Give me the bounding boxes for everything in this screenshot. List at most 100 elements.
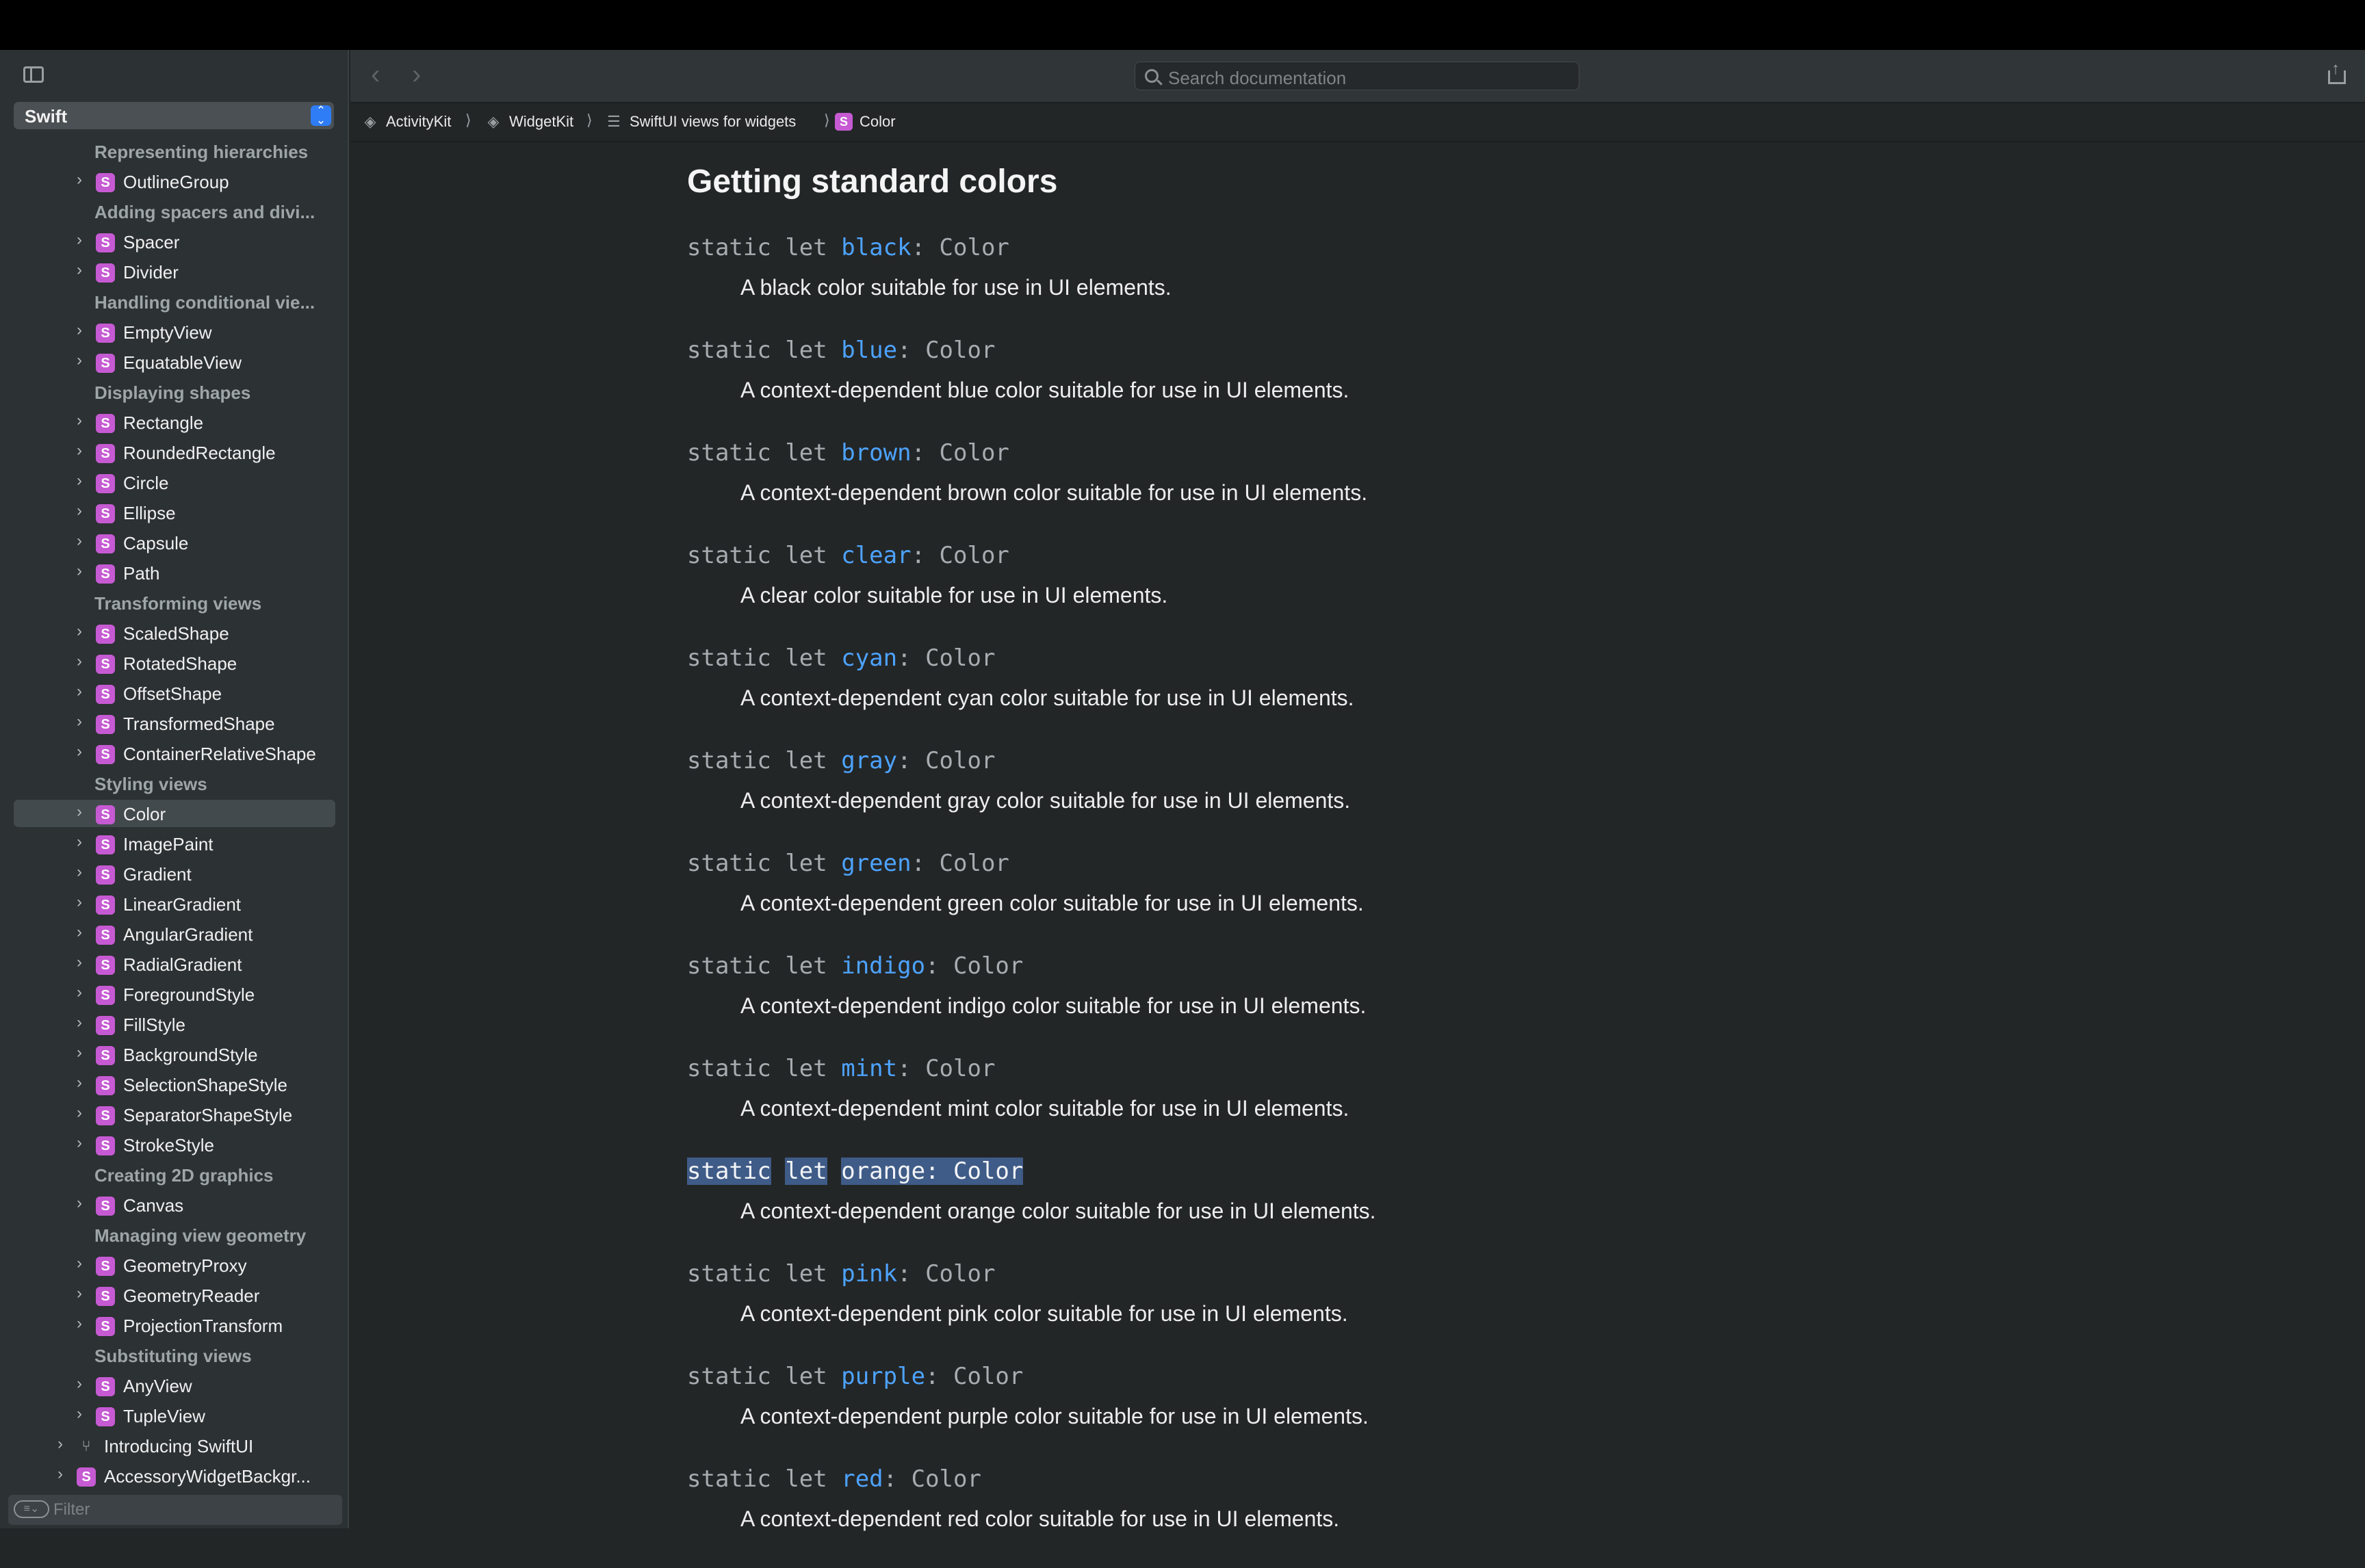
disclosure-chevron-icon[interactable]: ›	[77, 321, 82, 340]
share-icon[interactable]: ↑	[2328, 60, 2346, 84]
property-declaration[interactable]: static let blue: Color	[687, 337, 995, 364]
disclosure-chevron-icon[interactable]: ›	[77, 622, 82, 641]
sidebar-item-geometryreader[interactable]: › S GeometryReader	[0, 1280, 349, 1310]
disclosure-chevron-icon[interactable]: ›	[77, 1103, 82, 1123]
disclosure-chevron-icon[interactable]: ›	[77, 441, 82, 460]
property-declaration[interactable]: static let green: Color	[687, 850, 1009, 877]
chevron-left-icon[interactable]: ‹	[371, 60, 380, 90]
disclosure-chevron-icon[interactable]: ›	[77, 863, 82, 882]
property-declaration[interactable]: static let cyan: Color	[687, 644, 995, 672]
sidebar-item-ellipse[interactable]: › S Ellipse	[0, 497, 349, 527]
property-declaration[interactable]: static let gray: Color	[687, 747, 995, 774]
sidebar-item-backgroundstyle[interactable]: › S BackgroundStyle	[0, 1039, 349, 1069]
sidebar-item-separatorshapestyle[interactable]: › S SeparatorShapeStyle	[0, 1099, 349, 1129]
sidebar-item-anyview[interactable]: › S AnyView	[0, 1370, 349, 1400]
disclosure-chevron-icon[interactable]: ›	[77, 682, 82, 701]
property-declaration[interactable]: static let purple: Color	[687, 1363, 1023, 1390]
sidebar-item-angulargradient[interactable]: › S AngularGradient	[0, 919, 349, 949]
property-name-link[interactable]: blue	[841, 337, 897, 364]
disclosure-chevron-icon[interactable]: ›	[77, 1043, 82, 1062]
sidebar-item-roundedrectangle[interactable]: › S RoundedRectangle	[0, 437, 349, 467]
disclosure-chevron-icon[interactable]: ›	[77, 261, 82, 280]
property-name-link[interactable]: cyan	[841, 644, 897, 672]
disclosure-chevron-icon[interactable]: ›	[77, 923, 82, 942]
sidebar-item-outlinegroup[interactable]: › S OutlineGroup	[0, 166, 349, 196]
chevron-right-icon[interactable]: ›	[412, 60, 421, 90]
property-declaration[interactable]: static let black: Color	[687, 234, 1009, 261]
property-name-link[interactable]: purple	[841, 1363, 925, 1390]
disclosure-chevron-icon[interactable]: ›	[77, 1284, 82, 1303]
property-name-link[interactable]: gray	[841, 747, 897, 774]
disclosure-chevron-icon[interactable]: ›	[77, 411, 82, 430]
sidebar-item-radialgradient[interactable]: › S RadialGradient	[0, 949, 349, 979]
disclosure-chevron-icon[interactable]: ›	[77, 983, 82, 1002]
sidebar-item-introducing-swiftui[interactable]: › ⑂ Introducing SwiftUI	[0, 1430, 349, 1461]
sidebar-item-accessorywidgetbackgr[interactable]: › S AccessoryWidgetBackgr...	[0, 1461, 349, 1491]
sidebar-item-rectangle[interactable]: › S Rectangle	[0, 407, 349, 437]
disclosure-chevron-icon[interactable]: ›	[57, 1465, 63, 1484]
disclosure-chevron-icon[interactable]: ›	[77, 1254, 82, 1273]
disclosure-chevron-icon[interactable]: ›	[77, 1073, 82, 1093]
disclosure-chevron-icon[interactable]: ›	[77, 652, 82, 671]
disclosure-chevron-icon[interactable]: ›	[77, 1134, 82, 1153]
property-name-link[interactable]: orange	[841, 1158, 925, 1185]
property-name-link[interactable]: black	[841, 234, 911, 261]
disclosure-chevron-icon[interactable]: ›	[77, 501, 82, 521]
sidebar-item-projectiontransform[interactable]: › S ProjectionTransform	[0, 1310, 349, 1340]
sidebar-item-scaledshape[interactable]: › S ScaledShape	[0, 618, 349, 648]
disclosure-chevron-icon[interactable]: ›	[77, 833, 82, 852]
sidebar-item-containerrelativeshape[interactable]: › S ContainerRelativeShape	[0, 738, 349, 768]
property-name-link[interactable]: clear	[841, 542, 911, 569]
sidebar-item-canvas[interactable]: › S Canvas	[0, 1190, 349, 1220]
sidebar-item-transformedshape[interactable]: › S TransformedShape	[0, 708, 349, 738]
property-name-link[interactable]: indigo	[841, 952, 925, 980]
property-declaration[interactable]: static let mint: Color	[687, 1055, 995, 1082]
sidebar-item-geometryproxy[interactable]: › S GeometryProxy	[0, 1250, 349, 1280]
sidebar-item-fillstyle[interactable]: › S FillStyle	[0, 1009, 349, 1039]
sidebar-item-equatableview[interactable]: › S EquatableView	[0, 347, 349, 377]
disclosure-chevron-icon[interactable]: ›	[57, 1435, 63, 1454]
disclosure-chevron-icon[interactable]: ›	[77, 231, 82, 250]
disclosure-chevron-icon[interactable]: ›	[77, 170, 82, 190]
sidebar-toggle-icon[interactable]	[23, 66, 44, 83]
disclosure-chevron-icon[interactable]: ›	[77, 1013, 82, 1032]
filter-field[interactable]: ≡⌄ Filter	[8, 1495, 342, 1525]
sidebar-item-gradient[interactable]: › S Gradient	[0, 859, 349, 889]
sidebar-item-tupleview[interactable]: › S TupleView	[0, 1400, 349, 1430]
disclosure-chevron-icon[interactable]: ›	[77, 742, 82, 761]
property-name-link[interactable]: green	[841, 850, 911, 877]
sidebar-item-offsetshape[interactable]: › S OffsetShape	[0, 678, 349, 708]
sidebar-item-emptyview[interactable]: › S EmptyView	[0, 317, 349, 347]
sidebar-item-imagepaint[interactable]: › S ImagePaint	[0, 828, 349, 859]
property-name-link[interactable]: red	[841, 1465, 883, 1493]
property-name-link[interactable]: pink	[841, 1260, 897, 1288]
language-selector[interactable]: Swift ⌃ ⌄	[14, 102, 334, 129]
sidebar-item-foregroundstyle[interactable]: › S ForegroundStyle	[0, 979, 349, 1009]
sidebar-item-selectionshapestyle[interactable]: › S SelectionShapeStyle	[0, 1069, 349, 1099]
disclosure-chevron-icon[interactable]: ›	[77, 1314, 82, 1333]
property-declaration[interactable]: static let red: Color	[687, 1465, 981, 1493]
property-declaration[interactable]: static let pink: Color	[687, 1260, 995, 1288]
search-field[interactable]: Search documentation	[1135, 62, 1579, 90]
property-declaration[interactable]: static let clear: Color	[687, 542, 1009, 569]
disclosure-chevron-icon[interactable]: ›	[77, 471, 82, 491]
disclosure-chevron-icon[interactable]: ›	[77, 1374, 82, 1394]
sidebar-item-capsule[interactable]: › S Capsule	[0, 527, 349, 558]
sidebar-item-path[interactable]: › S Path	[0, 558, 349, 588]
sidebar-item-rotatedshape[interactable]: › S RotatedShape	[0, 648, 349, 678]
disclosure-chevron-icon[interactable]: ›	[77, 893, 82, 912]
property-name-link[interactable]: mint	[841, 1055, 897, 1082]
filter-options-icon[interactable]: ≡⌄	[14, 1500, 49, 1518]
disclosure-chevron-icon[interactable]: ›	[77, 953, 82, 972]
disclosure-chevron-icon[interactable]: ›	[77, 712, 82, 731]
disclosure-chevron-icon[interactable]: ›	[77, 1194, 82, 1213]
disclosure-chevron-icon[interactable]: ›	[77, 562, 82, 581]
sidebar-item-strokestyle[interactable]: › S StrokeStyle	[0, 1129, 349, 1160]
sidebar-item-color[interactable]: › S Color	[0, 798, 349, 828]
property-declaration[interactable]: static let brown: Color	[687, 439, 1009, 467]
disclosure-chevron-icon[interactable]: ›	[77, 802, 82, 822]
disclosure-chevron-icon[interactable]: ›	[77, 532, 82, 551]
property-declaration[interactable]: static let orange: Color	[687, 1158, 1024, 1185]
property-name-link[interactable]: brown	[841, 439, 911, 467]
sidebar-item-spacer[interactable]: › S Spacer	[0, 226, 349, 257]
